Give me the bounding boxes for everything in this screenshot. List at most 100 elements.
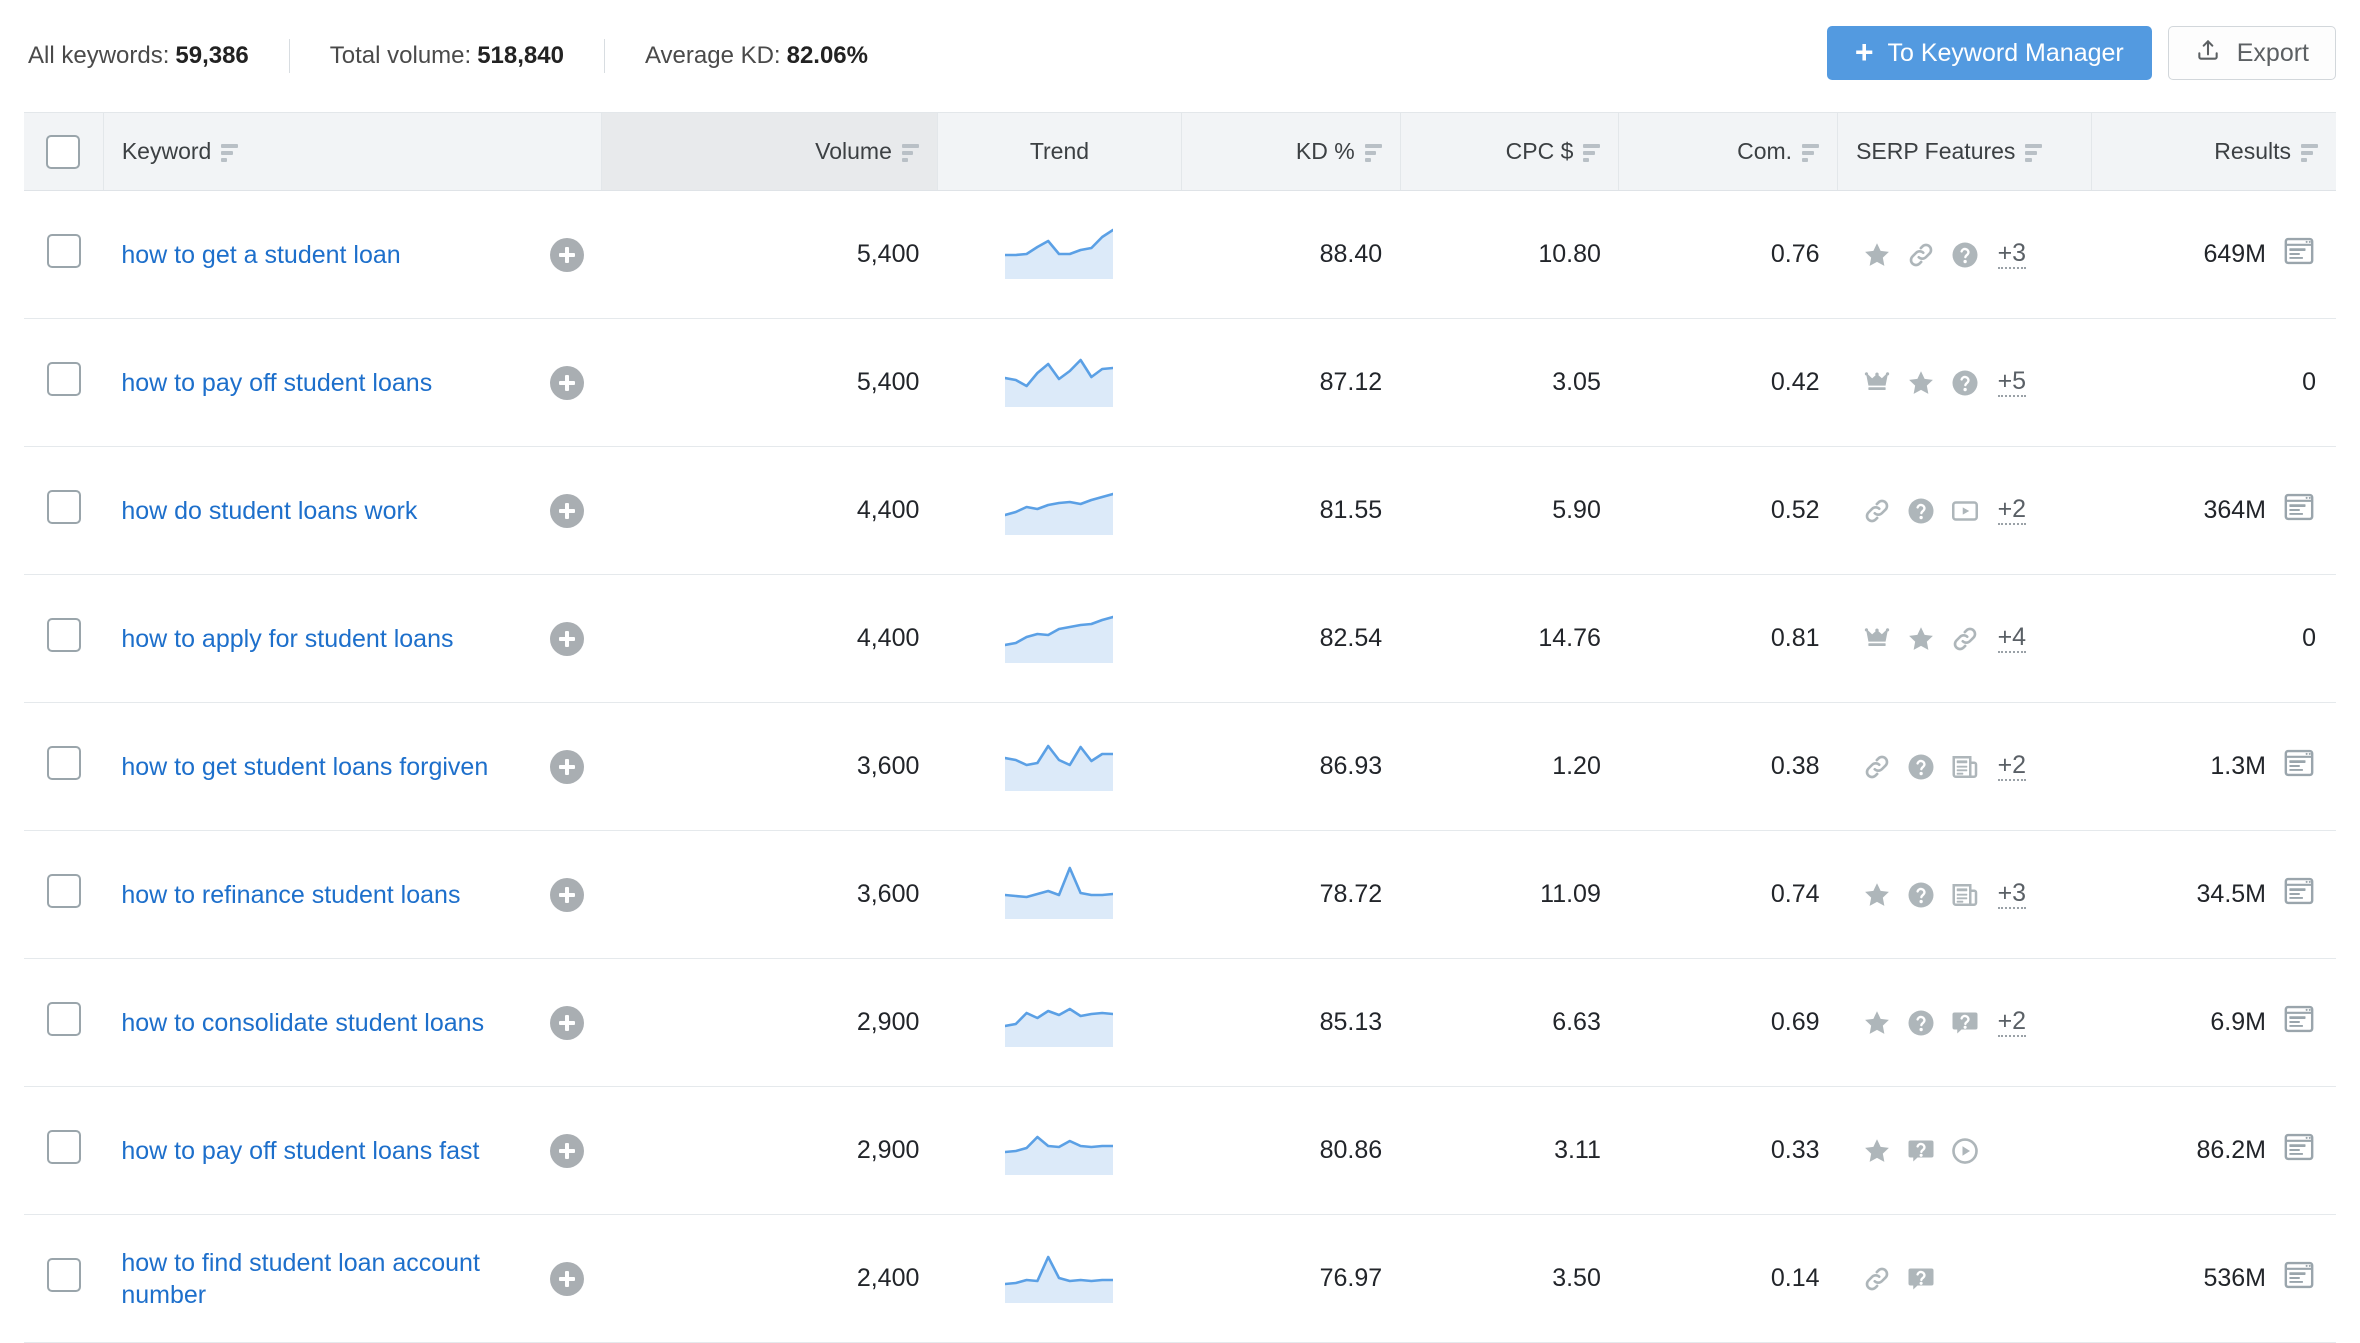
add-keyword-icon[interactable]	[549, 493, 584, 528]
select-all-checkbox[interactable]	[46, 134, 81, 169]
crown-icon[interactable]	[1862, 624, 1892, 654]
row-checkbox[interactable]	[46, 1258, 81, 1292]
keyword-link[interactable]: how to find student loan account number	[121, 1247, 535, 1311]
results-value: 364M	[2203, 496, 2266, 524]
row-select-cell[interactable]	[24, 830, 104, 959]
question-circle-icon[interactable]	[1906, 496, 1936, 526]
add-keyword-icon[interactable]	[549, 877, 584, 912]
header-cpc[interactable]: CPC $	[1400, 112, 1620, 191]
keyword-link[interactable]: how to apply for student loans	[121, 623, 453, 655]
link-icon[interactable]	[1862, 752, 1892, 782]
row-select-cell[interactable]	[24, 318, 104, 447]
serp-more-link[interactable]: +5	[1997, 368, 2027, 397]
header-com[interactable]: Com.	[1618, 112, 1839, 191]
serp-preview-icon[interactable]	[2282, 746, 2316, 787]
row-checkbox[interactable]	[46, 746, 81, 780]
link-icon[interactable]	[1950, 624, 1980, 654]
serp-more-link[interactable]: +2	[1997, 1008, 2027, 1037]
add-keyword-icon[interactable]	[549, 1133, 584, 1168]
news-icon[interactable]	[1950, 880, 1980, 910]
header-kd[interactable]: KD %	[1181, 112, 1401, 191]
serp-preview-icon[interactable]	[2282, 234, 2316, 275]
header-serp-features[interactable]: SERP Features	[1837, 112, 2093, 191]
serp-preview-icon[interactable]	[2282, 874, 2316, 915]
keyword-link[interactable]: how to consolidate student loans	[121, 1007, 484, 1039]
row-select-cell[interactable]	[24, 1214, 104, 1343]
sort-icon[interactable]	[901, 143, 919, 162]
serp-more-link[interactable]: +3	[1997, 880, 2027, 909]
sort-icon[interactable]	[2025, 143, 2043, 162]
serp-more-link[interactable]: +2	[1997, 496, 2027, 525]
row-select-cell[interactable]	[24, 190, 104, 319]
sort-icon[interactable]	[1364, 143, 1382, 162]
video-icon[interactable]	[1950, 496, 1980, 526]
serp-more-link[interactable]: +2	[1997, 752, 2027, 781]
add-keyword-icon[interactable]	[549, 237, 584, 272]
keyword-link[interactable]: how to get student loans forgiven	[121, 751, 488, 783]
export-button[interactable]: Export	[2167, 26, 2336, 80]
play-circle-icon[interactable]	[1950, 1136, 1980, 1166]
link-icon[interactable]	[1862, 1264, 1892, 1294]
add-keyword-icon[interactable]	[549, 621, 584, 656]
header-keyword[interactable]: Keyword	[103, 112, 603, 191]
row-checkbox[interactable]	[46, 1002, 81, 1036]
link-icon[interactable]	[1862, 496, 1892, 526]
add-keyword-icon[interactable]	[549, 365, 584, 400]
row-checkbox[interactable]	[46, 362, 81, 396]
link-icon[interactable]	[1906, 240, 1936, 270]
keyword-link[interactable]: how to refinance student loans	[121, 879, 460, 911]
question-box-icon[interactable]	[1950, 1008, 1980, 1038]
add-keyword-icon[interactable]	[549, 1261, 584, 1296]
star-icon[interactable]	[1906, 624, 1936, 654]
row-select-cell[interactable]	[24, 574, 104, 703]
star-icon[interactable]	[1906, 368, 1936, 398]
question-circle-icon[interactable]	[1950, 368, 1980, 398]
keyword-link[interactable]: how to get a student loan	[121, 239, 400, 271]
header-volume[interactable]: Volume	[601, 112, 938, 191]
com-cell: 0.81	[1618, 574, 1838, 703]
serp-preview-icon[interactable]	[2282, 1130, 2316, 1171]
row-checkbox[interactable]	[46, 1130, 81, 1164]
sort-icon[interactable]	[221, 143, 239, 162]
serp-more-link[interactable]: +3	[1997, 240, 2027, 269]
question-circle-icon[interactable]	[1906, 1008, 1936, 1038]
serp-preview-icon[interactable]	[2282, 490, 2316, 531]
question-circle-icon[interactable]	[1906, 752, 1936, 782]
row-checkbox[interactable]	[46, 490, 81, 524]
sort-icon[interactable]	[2301, 143, 2318, 162]
news-icon[interactable]	[1950, 752, 1980, 782]
kd-cell: 82.54	[1181, 574, 1401, 703]
export-icon	[2195, 37, 2221, 70]
keyword-link[interactable]: how to pay off student loans	[121, 367, 432, 399]
sort-icon[interactable]	[1583, 143, 1601, 162]
question-circle-icon[interactable]	[1950, 240, 1980, 270]
row-checkbox[interactable]	[46, 234, 81, 268]
header-trend-label: Trend	[1029, 138, 1090, 164]
to-keyword-manager-button[interactable]: + To Keyword Manager	[1826, 26, 2152, 80]
star-icon[interactable]	[1862, 1008, 1892, 1038]
row-select-cell[interactable]	[24, 702, 104, 831]
com-cell: 0.69	[1618, 958, 1838, 1087]
serp-preview-icon[interactable]	[2282, 1258, 2316, 1299]
star-icon[interactable]	[1862, 1136, 1892, 1166]
keyword-link[interactable]: how to pay off student loans fast	[121, 1135, 479, 1167]
question-circle-icon[interactable]	[1906, 880, 1936, 910]
crown-icon[interactable]	[1862, 368, 1892, 398]
row-select-cell[interactable]	[24, 446, 104, 575]
star-icon[interactable]	[1862, 880, 1892, 910]
serp-more-link[interactable]: +4	[1997, 624, 2027, 653]
question-box-icon[interactable]	[1906, 1264, 1936, 1294]
header-results[interactable]: Results	[2091, 112, 2336, 191]
row-select-cell[interactable]	[24, 958, 104, 1087]
row-select-cell[interactable]	[24, 1086, 104, 1215]
question-box-icon[interactable]	[1906, 1136, 1936, 1166]
header-select-all[interactable]	[24, 112, 104, 191]
row-checkbox[interactable]	[46, 618, 81, 652]
sort-icon[interactable]	[1802, 143, 1820, 162]
serp-preview-icon[interactable]	[2282, 1002, 2316, 1043]
row-checkbox[interactable]	[46, 874, 81, 908]
add-keyword-icon[interactable]	[549, 749, 584, 784]
keyword-link[interactable]: how do student loans work	[121, 495, 417, 527]
star-icon[interactable]	[1862, 240, 1892, 270]
add-keyword-icon[interactable]	[549, 1005, 584, 1040]
